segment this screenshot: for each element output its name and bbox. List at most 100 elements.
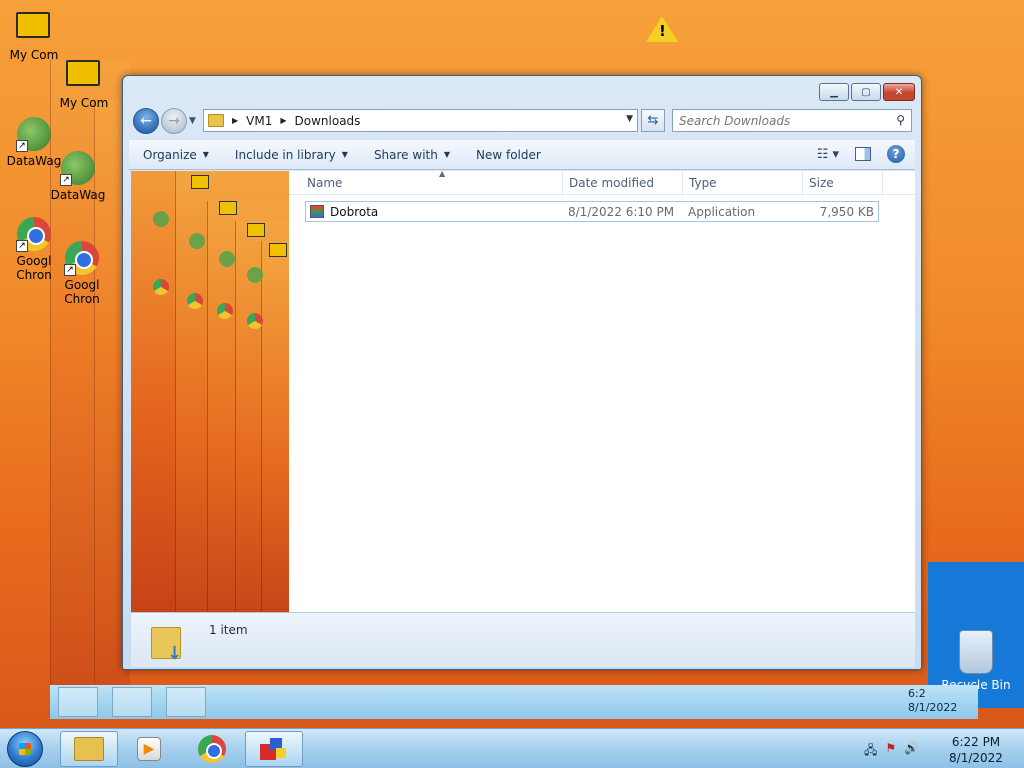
nav-pane-artifact [261, 241, 289, 612]
sort-ascending-icon: ▲ [439, 169, 446, 178]
refresh-button[interactable]: ⇆ [641, 109, 665, 132]
desktop-icon-chrome-ghost: ↗ Googl Chron [50, 240, 114, 306]
computer-icon [247, 223, 265, 237]
computer-icon [16, 10, 52, 46]
computer-icon [191, 175, 209, 189]
network-icon [189, 233, 205, 249]
file-type: Application [688, 205, 756, 219]
preview-pane-icon[interactable] [855, 147, 871, 161]
desktop-icon-recycle-bin[interactable]: Recycle Bin [934, 624, 1018, 692]
navigation-pane[interactable] [131, 171, 289, 612]
chrome-icon [247, 313, 263, 329]
column-header-row: Name ▲ Date modified Type Size [289, 169, 915, 195]
warning-icon: ! [646, 16, 678, 42]
chrome-icon [153, 279, 169, 295]
start-button[interactable] [7, 731, 43, 767]
command-bar: Organize ▼ Include in library ▼ Share with… [129, 140, 915, 170]
chevron-down-icon: ▼ [202, 150, 209, 159]
share-with-button[interactable]: Share with ▼ [360, 148, 462, 162]
network-icon [153, 211, 169, 227]
chevron-right-icon[interactable]: ▶ [280, 116, 286, 125]
action-center-flag-icon[interactable]: ⚑ [885, 741, 896, 762]
desktop-icon-my-computer-ghost: My Com [52, 58, 116, 110]
network-tray-icon[interactable]: 🖧 [864, 741, 877, 762]
system-tray: 🖧 ⚑ 🔊 [864, 741, 919, 762]
history-dropdown-button[interactable]: ▼ [189, 116, 196, 126]
downloads-folder-icon: ↓ [151, 621, 183, 664]
desktop-icon-label: DataWag [50, 188, 106, 202]
window-controls: ▁ ▢ ✕ [819, 83, 915, 101]
taskbar-clock[interactable]: 6:22 PM 8/1/2022 [946, 734, 1006, 766]
ghost-taskbar-button [58, 687, 98, 717]
chrome-icon: ↗ [16, 216, 52, 252]
file-size: 7,950 KB [819, 205, 874, 219]
breadcrumb-downloads[interactable]: Downloads [295, 114, 361, 128]
volume-icon[interactable]: 🔊 [904, 741, 919, 762]
new-folder-button[interactable]: New folder [462, 148, 553, 162]
include-in-library-button[interactable]: Include in library ▼ [221, 148, 360, 162]
arrow-left-icon: ← [140, 113, 152, 129]
navigation-bar: ← → ▼ ▶ VM1 ▶ Downloads ▼ ⇆ ⚲ [131, 108, 913, 134]
taskbar-explorer-button[interactable] [60, 731, 118, 767]
computer-icon [66, 58, 102, 94]
file-name: Dobrota [330, 204, 379, 219]
computer-icon [219, 201, 237, 215]
file-row-dobrota[interactable]: Dobrota 8/1/2022 6:10 PM Application 7,9… [305, 201, 879, 222]
taskbar: ▶ 🖧 ⚑ 🔊 6:22 PM 8/1/2022 [0, 728, 1024, 768]
refresh-icon: ⇆ [647, 113, 659, 128]
search-box[interactable]: ⚲ [672, 109, 912, 132]
details-pane: ↓ 1 item [131, 612, 915, 667]
chrome-icon: ↗ [64, 240, 100, 276]
recycle-bin-icon [959, 630, 993, 674]
computer-icon [269, 243, 287, 257]
clock-date: 8/1/2022 [949, 751, 1003, 765]
chevron-down-icon: ▼ [443, 150, 450, 159]
explorer-window[interactable]: ▁ ▢ ✕ ← → ▼ ▶ VM1 ▶ Downloads ▼ ⇆ ⚲ Orga… [122, 75, 922, 670]
file-date-modified: 8/1/2022 6:10 PM [568, 205, 675, 219]
search-icon[interactable]: ⚲ [896, 113, 905, 127]
network-icon [247, 267, 263, 283]
chevron-right-icon[interactable]: ▶ [232, 116, 238, 125]
chrome-icon [187, 293, 203, 309]
desktop-icon-my-computer[interactable]: My Com [2, 10, 66, 62]
item-count: 1 item [209, 623, 248, 637]
ghost-clock: 6:2 8/1/2022 [908, 687, 958, 714]
back-button[interactable]: ← [133, 108, 159, 134]
view-options-icon[interactable]: ☷ ▾ [817, 147, 839, 162]
column-header-name[interactable]: Name ▲ [301, 169, 563, 195]
network-icon: ↗ [60, 150, 96, 186]
taskbar-media-player-button[interactable]: ▶ [120, 731, 178, 767]
ghost-taskbar-button [112, 687, 152, 717]
folder-icon [208, 114, 224, 127]
clock-time: 6:22 PM [951, 735, 1001, 749]
minimize-button[interactable]: ▁ [819, 83, 849, 101]
chevron-down-icon[interactable]: ▼ [626, 114, 633, 124]
application-icon [310, 205, 324, 218]
organize-button[interactable]: Organize ▼ [129, 148, 221, 162]
application-icon [260, 736, 288, 762]
search-input[interactable] [679, 113, 879, 128]
chevron-down-icon: ▼ [341, 150, 348, 159]
desktop-icon-label: Googl Chron [64, 278, 100, 306]
taskbar-application-button[interactable] [245, 731, 303, 767]
taskbar-chrome-button[interactable] [183, 731, 241, 767]
folder-icon [74, 737, 104, 761]
breadcrumb-vm1[interactable]: VM1 [246, 114, 272, 128]
chrome-icon [217, 303, 233, 319]
address-bar[interactable]: ▶ VM1 ▶ Downloads ▼ [203, 109, 638, 132]
column-header-date-modified[interactable]: Date modified [563, 171, 683, 195]
column-header-type[interactable]: Type [683, 171, 803, 195]
arrow-right-icon: → [168, 113, 180, 129]
column-header-size[interactable]: Size [803, 171, 883, 195]
forward-button[interactable]: → [161, 108, 187, 134]
close-button[interactable]: ✕ [883, 83, 915, 101]
maximize-button[interactable]: ▢ [851, 83, 881, 101]
file-list[interactable]: Name ▲ Date modified Type Size Dobrota 8/… [289, 169, 915, 612]
view-controls: ☷ ▾ ? [817, 145, 905, 163]
desktop-icon-datawag-ghost: ↗ DataWag [46, 150, 110, 202]
chrome-icon [198, 735, 226, 763]
desktop-icon-label: My Com [59, 96, 109, 110]
ghost-taskbar-artifact: 6:2 8/1/2022 [50, 685, 978, 719]
media-player-icon: ▶ [137, 737, 161, 761]
help-icon[interactable]: ? [887, 145, 905, 163]
